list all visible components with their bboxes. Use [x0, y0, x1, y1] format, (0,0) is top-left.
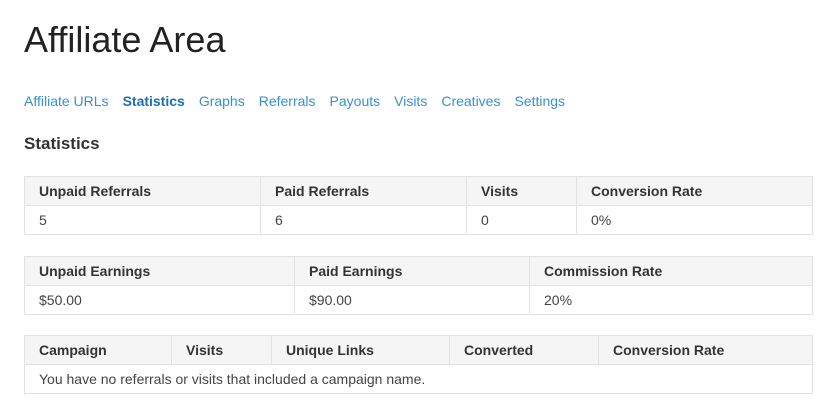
header-unique-links: Unique Links — [271, 335, 450, 365]
header-conversion-rate: Conversion Rate — [598, 335, 813, 365]
value-commission-rate: 20% — [529, 285, 813, 315]
header-conversion-rate: Conversion Rate — [576, 176, 813, 206]
value-unpaid-earnings: $50.00 — [24, 285, 295, 315]
tab-affiliate-urls[interactable]: Affiliate URLs — [24, 92, 109, 110]
table-row: You have no referrals or visits that inc… — [24, 364, 813, 394]
campaign-stats-table: Campaign Visits Unique Links Converted C… — [24, 335, 813, 394]
page-title: Affiliate Area — [24, 19, 226, 60]
tab-visits[interactable]: Visits — [394, 92, 427, 110]
referrals-stats-table: Unpaid Referrals Paid Referrals Visits C… — [24, 176, 813, 235]
header-unpaid-referrals: Unpaid Referrals — [24, 176, 261, 206]
tab-payouts[interactable]: Payouts — [330, 92, 381, 110]
value-unpaid-referrals: 5 — [24, 205, 261, 235]
earnings-stats-table: Unpaid Earnings Paid Earnings Commission… — [24, 256, 813, 315]
header-visits: Visits — [171, 335, 272, 365]
header-paid-referrals: Paid Referrals — [260, 176, 467, 206]
affiliate-tabs: Affiliate URLs Statistics Graphs Referra… — [24, 92, 565, 110]
table-header-row: Unpaid Referrals Paid Referrals Visits C… — [24, 176, 813, 206]
campaign-empty-message: You have no referrals or visits that inc… — [24, 364, 813, 394]
value-conversion-rate: 0% — [576, 205, 813, 235]
tab-creatives[interactable]: Creatives — [441, 92, 500, 110]
value-paid-earnings: $90.00 — [294, 285, 530, 315]
statistics-heading: Statistics — [24, 134, 100, 153]
table-row: $50.00 $90.00 20% — [24, 285, 813, 315]
header-paid-earnings: Paid Earnings — [294, 256, 530, 286]
table-header-row: Campaign Visits Unique Links Converted C… — [24, 335, 813, 365]
table-row: 5 6 0 0% — [24, 205, 813, 235]
header-unpaid-earnings: Unpaid Earnings — [24, 256, 295, 286]
tab-graphs[interactable]: Graphs — [199, 92, 245, 110]
value-paid-referrals: 6 — [260, 205, 467, 235]
header-converted: Converted — [449, 335, 599, 365]
value-visits: 0 — [466, 205, 577, 235]
header-visits: Visits — [466, 176, 577, 206]
header-commission-rate: Commission Rate — [529, 256, 813, 286]
tab-statistics[interactable]: Statistics — [123, 92, 185, 110]
tab-settings[interactable]: Settings — [514, 92, 565, 110]
header-campaign: Campaign — [24, 335, 172, 365]
tab-referrals[interactable]: Referrals — [259, 92, 316, 110]
table-header-row: Unpaid Earnings Paid Earnings Commission… — [24, 256, 813, 286]
